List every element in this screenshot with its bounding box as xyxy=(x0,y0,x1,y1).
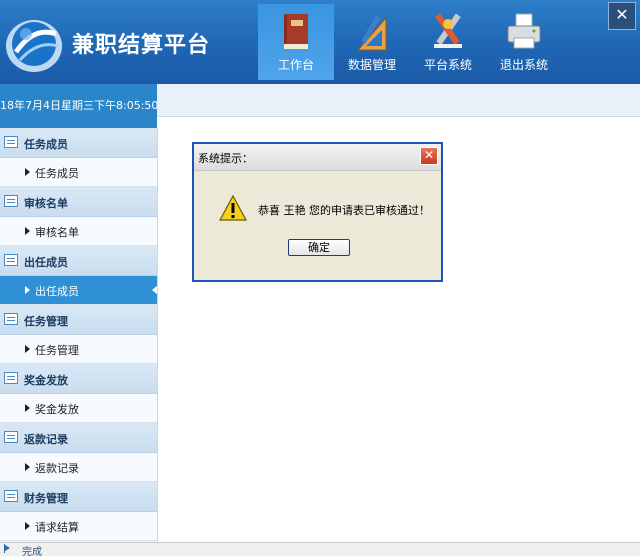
section-title: 返款记录 xyxy=(24,433,68,446)
caret-right-icon xyxy=(25,227,30,235)
edit-icon xyxy=(4,490,18,502)
sidebar-item-task-management[interactable]: 任务管理 xyxy=(0,335,157,364)
status-bar: 完成 xyxy=(0,542,640,558)
sidebar-item-label: 奖金发放 xyxy=(35,403,79,416)
active-indicator xyxy=(152,285,157,295)
dialog-message: 恭喜 王艳 您的申请表已审核通过！ xyxy=(258,204,430,217)
dialog-title: 系统提示： xyxy=(198,152,253,165)
list-icon xyxy=(4,136,18,148)
app-title: 兼职结算平台 xyxy=(72,33,211,58)
sidebar-item-task-members[interactable]: 任务成员 xyxy=(0,158,157,187)
sidebar-item-label: 审核名单 xyxy=(35,226,79,239)
system-alert-dialog: 系统提示： ✕ 恭喜 王艳 您的申请表已审核通过！ 确定 xyxy=(192,142,443,282)
sidebar-item-review-list[interactable]: 审核名单 xyxy=(0,217,157,246)
nav-label: 数据管理 xyxy=(347,58,396,72)
sidebar-item-assigned-members[interactable]: 出任成员 xyxy=(0,276,157,305)
sidebar-item-request-settlement[interactable]: 请求结算 xyxy=(0,512,157,541)
sidebar-item-label: 任务成员 xyxy=(35,167,79,180)
status-arrow-icon xyxy=(4,544,13,553)
dialog-title-bar[interactable]: 系统提示： ✕ xyxy=(194,144,441,171)
sidebar-item-label: 任务管理 xyxy=(35,344,79,357)
caret-right-icon xyxy=(25,463,30,471)
sidebar-section-finance[interactable]: 财务管理 xyxy=(0,482,157,512)
sidebar-item-label: 请求结算 xyxy=(35,521,79,534)
caret-right-icon xyxy=(25,286,30,294)
ok-button[interactable]: 确定 xyxy=(288,239,350,256)
nav-label: 工作台 xyxy=(277,58,314,72)
nav-platform-system[interactable]: 平台系统 xyxy=(410,4,486,80)
sidebar-item-label: 出任成员 xyxy=(35,285,79,298)
caret-right-icon xyxy=(25,404,30,412)
edit-icon xyxy=(4,254,18,266)
section-title: 审核名单 xyxy=(24,197,68,210)
sidebar-section-bonus-payout[interactable]: 奖金发放 xyxy=(0,364,157,394)
caret-right-icon xyxy=(25,345,30,353)
section-title: 任务成员 xyxy=(24,138,68,151)
sidebar-item-label: 返款记录 xyxy=(35,462,79,475)
sidebar: 任务成员 任务成员 审核名单 审核名单 出任成员 出任成员 任务管理 任务管理 … xyxy=(0,128,158,542)
top-nav: 工作台 数据管理 平台系统 退出系统 xyxy=(258,4,562,80)
sidebar-section-refund-records[interactable]: 返款记录 xyxy=(0,423,157,453)
printer-icon xyxy=(504,10,544,54)
nav-workbench[interactable]: 工作台 xyxy=(258,4,334,80)
window-close-button[interactable]: ✕ xyxy=(608,2,636,30)
tools-icon xyxy=(428,10,468,54)
calendar-icon xyxy=(4,372,18,384)
sidebar-section-task-members[interactable]: 任务成员 xyxy=(0,128,157,158)
message-icon xyxy=(4,195,18,207)
sidebar-item-bonus-payout[interactable]: 奖金发放 xyxy=(0,394,157,423)
title-bar: 兼职结算平台 工作台 数据管理 平台系统 退出系统 ✕ xyxy=(0,0,640,84)
sidebar-item-refund-records[interactable]: 返款记录 xyxy=(0,453,157,482)
nav-label: 退出系统 xyxy=(499,58,548,72)
nav-data-management[interactable]: 数据管理 xyxy=(334,4,410,80)
globe-logo-icon xyxy=(4,6,66,76)
calendar-icon xyxy=(4,313,18,325)
sidebar-section-review-list[interactable]: 审核名单 xyxy=(0,187,157,217)
datetime-display: 18年7月4日星期三下午8:05:50 xyxy=(0,84,157,128)
section-title: 出任成员 xyxy=(24,256,68,269)
nav-exit-system[interactable]: 退出系统 xyxy=(486,4,562,80)
sidebar-section-task-management[interactable]: 任务管理 xyxy=(0,305,157,335)
section-title: 奖金发放 xyxy=(24,374,68,387)
nav-label: 平台系统 xyxy=(423,58,472,72)
sidebar-section-assigned-members[interactable]: 出任成员 xyxy=(0,246,157,276)
ruler-pencil-icon xyxy=(352,10,392,54)
caret-right-icon xyxy=(25,522,30,530)
status-text: 完成 xyxy=(22,547,42,558)
book-icon xyxy=(276,10,316,54)
dialog-close-button[interactable]: ✕ xyxy=(420,147,438,165)
caret-right-icon xyxy=(25,168,30,176)
warning-icon xyxy=(218,194,248,222)
calendar-icon xyxy=(4,431,18,443)
section-title: 财务管理 xyxy=(24,492,68,505)
section-title: 任务管理 xyxy=(24,315,68,328)
